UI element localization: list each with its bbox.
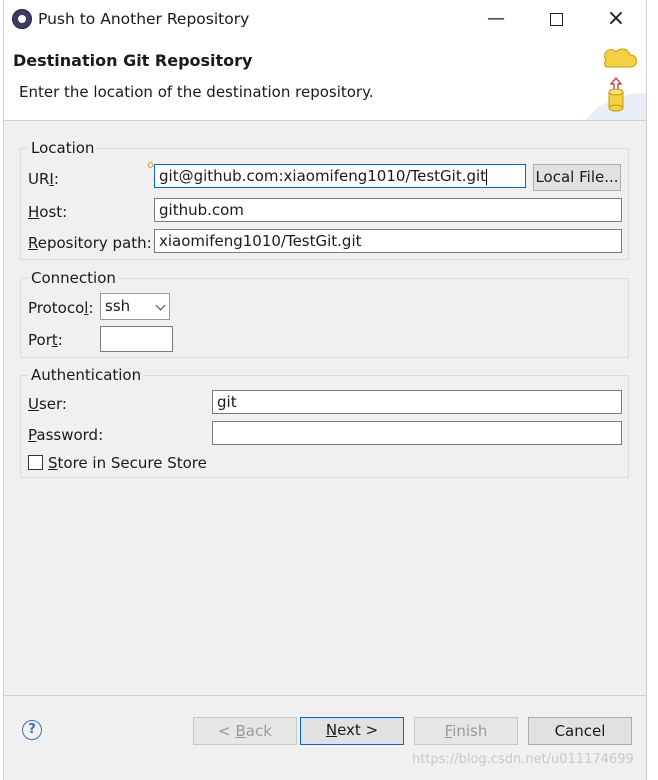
user-label: User: bbox=[28, 395, 67, 413]
watermark-text: https://blog.csdn.net/u011174699 bbox=[412, 752, 634, 767]
next-button[interactable]: Next > bbox=[300, 717, 404, 745]
finish-button[interactable]: Finish bbox=[414, 717, 518, 745]
local-file-button[interactable]: Local File... bbox=[533, 164, 621, 191]
host-label: Host: bbox=[28, 203, 68, 221]
help-icon[interactable]: ? bbox=[22, 720, 42, 740]
window-title: Push to Another Repository bbox=[38, 10, 250, 28]
push-dialog: Push to Another Repository — × Destinati… bbox=[3, 0, 647, 780]
repository-path-input[interactable]: xiaomifeng1010/TestGit.git bbox=[154, 229, 622, 253]
maximize-icon bbox=[549, 12, 563, 26]
chevron-down-icon bbox=[155, 300, 166, 311]
close-button[interactable]: × bbox=[596, 6, 636, 32]
host-input[interactable]: github.com bbox=[154, 198, 622, 222]
port-label: Port: bbox=[28, 331, 63, 349]
store-secure-checkbox[interactable] bbox=[28, 455, 43, 470]
user-input[interactable]: git bbox=[212, 390, 622, 414]
password-label: Password: bbox=[28, 426, 104, 444]
content-assist-icon bbox=[148, 162, 153, 168]
eclipse-app-icon bbox=[12, 9, 32, 29]
page-description: Enter the location of the destination re… bbox=[19, 83, 374, 101]
wizard-header: Destination Git Repository Enter the loc… bbox=[4, 38, 646, 121]
port-input[interactable] bbox=[100, 326, 173, 352]
protocol-select[interactable]: ssh bbox=[100, 293, 170, 320]
store-secure-label: Store in Secure Store bbox=[48, 454, 207, 472]
cloud-push-icon bbox=[586, 48, 646, 120]
uri-label: URI: bbox=[28, 170, 59, 188]
title-bar: Push to Another Repository — × bbox=[4, 0, 646, 38]
back-button[interactable]: < Back bbox=[193, 717, 297, 745]
connection-legend: Connection bbox=[28, 269, 119, 287]
minimize-button[interactable]: — bbox=[476, 6, 516, 32]
password-input[interactable] bbox=[212, 421, 622, 445]
repository-path-label: Repository path: bbox=[28, 234, 152, 252]
page-title: Destination Git Repository bbox=[13, 51, 253, 70]
uri-input[interactable]: git@github.com:xiaomifeng1010/TestGit.gi… bbox=[154, 164, 526, 188]
cancel-button[interactable]: Cancel bbox=[528, 717, 632, 745]
footer-separator bbox=[4, 695, 646, 696]
location-legend: Location bbox=[28, 139, 98, 157]
authentication-legend: Authentication bbox=[28, 366, 145, 384]
maximize-button[interactable] bbox=[536, 6, 576, 32]
text-caret bbox=[486, 168, 488, 185]
protocol-label: Protocol: bbox=[28, 299, 94, 317]
